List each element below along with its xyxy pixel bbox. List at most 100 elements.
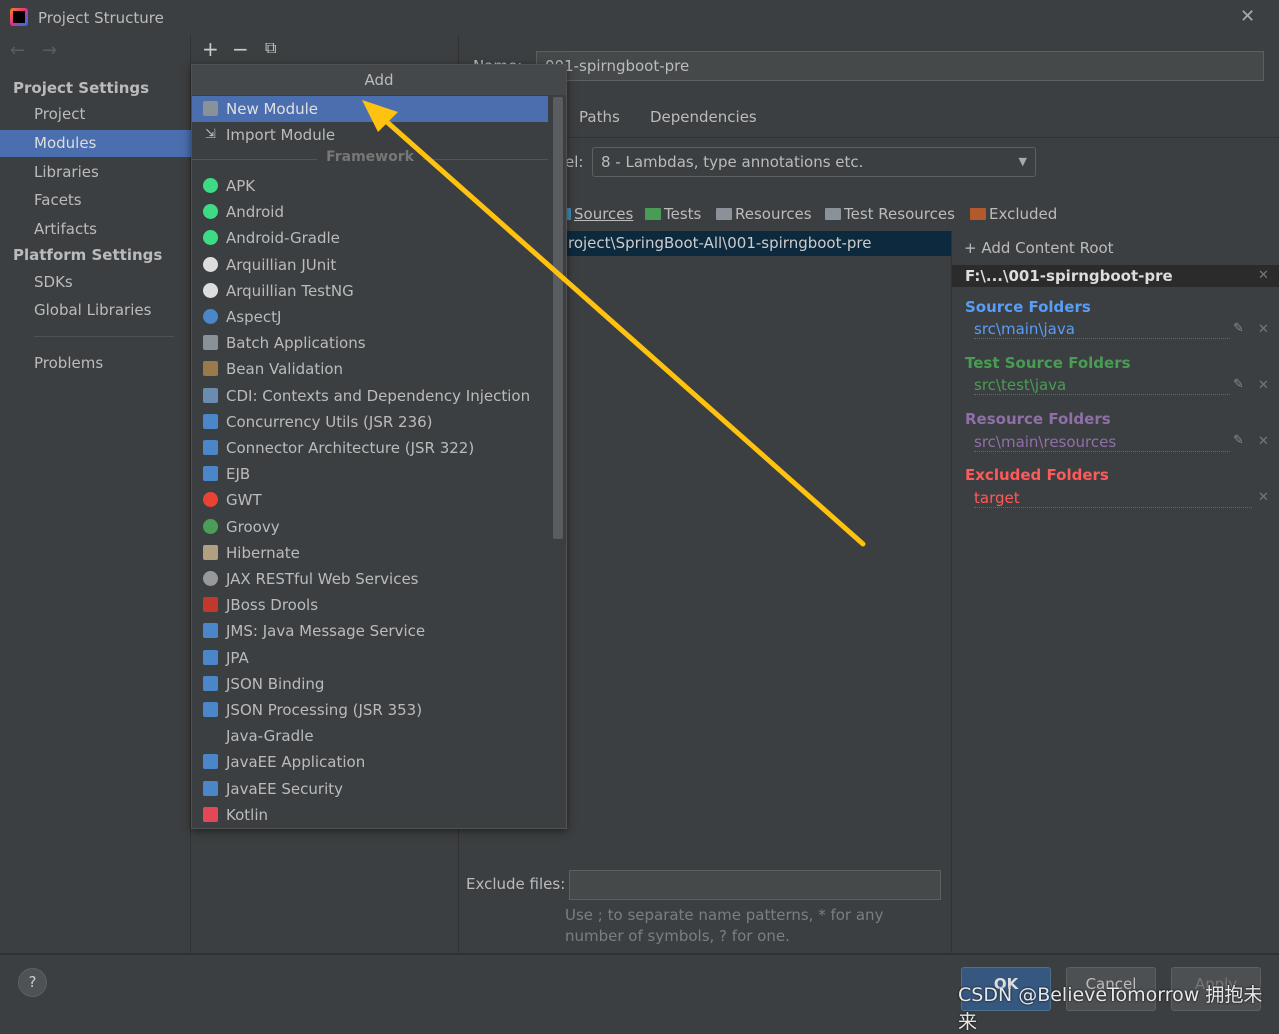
- mark-test-resources[interactable]: Test Resources: [825, 205, 955, 223]
- mark-tests[interactable]: Tests: [645, 205, 701, 223]
- window-title: Project Structure: [38, 9, 164, 27]
- language-level-label: el:: [565, 153, 584, 171]
- mark-excluded[interactable]: Excluded: [970, 205, 1057, 223]
- module-name-input[interactable]: 001-spirngboot-pre: [536, 51, 1264, 81]
- resource-folder-item[interactable]: src\main\resources: [974, 433, 1230, 452]
- menu-item[interactable]: Batch Applications: [192, 330, 548, 356]
- menu-item-label: Arquillian TestNG: [226, 281, 354, 300]
- excluded-folder-item[interactable]: target: [974, 489, 1252, 508]
- remove-icon[interactable]: ✕: [1258, 378, 1269, 393]
- menu-item[interactable]: JSON Binding: [192, 671, 548, 697]
- language-level-select[interactable]: 8 - Lambdas, type annotations etc. ▼: [592, 147, 1036, 177]
- menu-item-label: Groovy: [226, 517, 280, 536]
- menu-item-import-module[interactable]: ⇲ Import Module: [192, 122, 548, 148]
- menu-item[interactable]: APK: [192, 173, 548, 199]
- menu-item[interactable]: JMS: Java Message Service: [192, 618, 548, 644]
- tab-dependencies[interactable]: Dependencies: [650, 108, 757, 126]
- sidebar-item-global-libraries[interactable]: Global Libraries: [0, 297, 191, 324]
- add-content-root-button[interactable]: + Add Content Root: [964, 239, 1114, 257]
- sidebar-item-project[interactable]: Project: [0, 101, 191, 128]
- javaee-icon: [203, 413, 218, 429]
- content-root-tree-item[interactable]: roject\SpringBoot-All\001-spirngboot-pre: [560, 231, 951, 256]
- menu-item-label: JMS: Java Message Service: [226, 622, 426, 641]
- javaee-icon: [203, 780, 218, 796]
- aspectj-icon: [203, 309, 218, 324]
- menu-item[interactable]: JavaEE Security: [192, 776, 548, 802]
- tab-paths[interactable]: Paths: [579, 108, 620, 126]
- menu-item-label: Android-Gradle: [226, 229, 340, 248]
- edit-icon[interactable]: ✎: [1233, 433, 1244, 448]
- remove-icon[interactable]: −: [232, 37, 249, 61]
- menu-item-new-module[interactable]: New Module: [192, 96, 548, 122]
- sidebar-item-artifacts[interactable]: Artifacts: [0, 216, 191, 243]
- javaee-icon: [203, 649, 218, 665]
- menu-item[interactable]: JavaEE Application: [192, 749, 548, 775]
- back-arrow-icon[interactable]: ←: [10, 40, 25, 61]
- menu-item[interactable]: Android: [192, 199, 548, 225]
- resources-folder-icon: [716, 208, 732, 220]
- menu-item-label: Hibernate: [226, 543, 300, 562]
- test-source-folder-item[interactable]: src\test\java: [974, 376, 1230, 395]
- menu-item[interactable]: Bean Validation: [192, 356, 548, 382]
- exclude-files-input[interactable]: [569, 870, 941, 900]
- help-button[interactable]: ?: [18, 968, 47, 997]
- folder-icon: [203, 335, 218, 351]
- menu-item[interactable]: Kotlin: [192, 802, 548, 828]
- menu-item-label: JavaEE Security: [226, 779, 344, 798]
- menu-item[interactable]: Arquillian JUnit: [192, 252, 548, 278]
- menu-item[interactable]: Hibernate: [192, 540, 548, 566]
- language-level-value: 8 - Lambdas, type annotations etc.: [601, 153, 864, 171]
- globe-icon: [203, 571, 218, 586]
- chevron-down-icon: ▼: [1018, 155, 1027, 168]
- menu-item[interactable]: Android-Gradle: [192, 225, 548, 251]
- menu-item-label: JBoss Drools: [226, 596, 319, 615]
- sidebar-item-libraries[interactable]: Libraries: [0, 159, 191, 186]
- title-bar: Project Structure ✕: [0, 0, 1279, 35]
- sidebar-item-modules[interactable]: Modules: [0, 130, 191, 157]
- close-icon[interactable]: ✕: [1240, 6, 1255, 27]
- menu-item-label: Kotlin: [226, 805, 268, 824]
- javaee-icon: [203, 623, 218, 639]
- mark-sources[interactable]: Sources: [567, 205, 633, 223]
- hibernate-icon: [203, 544, 218, 560]
- remove-icon[interactable]: ✕: [1258, 434, 1269, 449]
- menu-item[interactable]: AspectJ: [192, 304, 548, 330]
- menu-item[interactable]: JPA: [192, 645, 548, 671]
- test-resources-folder-icon: [825, 208, 841, 220]
- menu-item[interactable]: Groovy: [192, 514, 548, 540]
- menu-item[interactable]: JSON Processing (JSR 353): [192, 697, 548, 723]
- javaee-icon: [203, 466, 218, 482]
- menu-item[interactable]: CDI: Contexts and Dependency Injection: [192, 383, 548, 409]
- menu-item-label: Bean Validation: [226, 360, 344, 379]
- remove-icon[interactable]: ✕: [1258, 322, 1269, 337]
- javaee-icon: [203, 754, 218, 770]
- popup-scrollbar[interactable]: [553, 97, 563, 539]
- sidebar: ← → Project Settings Project Modules Lib…: [0, 35, 191, 953]
- add-icon[interactable]: +: [202, 37, 219, 61]
- edit-icon[interactable]: ✎: [1233, 321, 1244, 336]
- menu-item[interactable]: JBoss Drools: [192, 592, 548, 618]
- content-root-panel: [951, 231, 1279, 953]
- menu-item-label: JSON Binding: [226, 674, 325, 693]
- copy-icon[interactable]: ⧉: [265, 38, 276, 58]
- menu-item[interactable]: Arquillian TestNG: [192, 278, 548, 304]
- menu-item[interactable]: EJB: [192, 461, 548, 487]
- menu-item[interactable]: Concurrency Utils (JSR 236): [192, 409, 548, 435]
- sidebar-item-facets[interactable]: Facets: [0, 187, 191, 214]
- menu-item[interactable]: GWT: [192, 487, 548, 513]
- section-platform-settings: Platform Settings: [13, 246, 163, 264]
- resource-folders-heading: Resource Folders: [965, 410, 1111, 428]
- mark-resources[interactable]: Resources: [716, 205, 812, 223]
- sidebar-item-problems[interactable]: Problems: [0, 350, 191, 377]
- menu-item[interactable]: JAX RESTful Web Services: [192, 566, 548, 592]
- remove-icon[interactable]: ✕: [1258, 490, 1269, 505]
- remove-root-icon[interactable]: ✕: [1258, 268, 1269, 283]
- edit-icon[interactable]: ✎: [1233, 377, 1244, 392]
- source-folder-item[interactable]: src\main\java: [974, 320, 1230, 339]
- kotlin-icon: [203, 806, 218, 822]
- menu-item[interactable]: Connector Architecture (JSR 322): [192, 435, 548, 461]
- forward-arrow-icon[interactable]: →: [42, 40, 57, 61]
- menu-item-label: CDI: Contexts and Dependency Injection: [226, 386, 531, 405]
- sidebar-item-sdks[interactable]: SDKs: [0, 269, 191, 296]
- menu-item[interactable]: Java-Gradle: [192, 723, 548, 749]
